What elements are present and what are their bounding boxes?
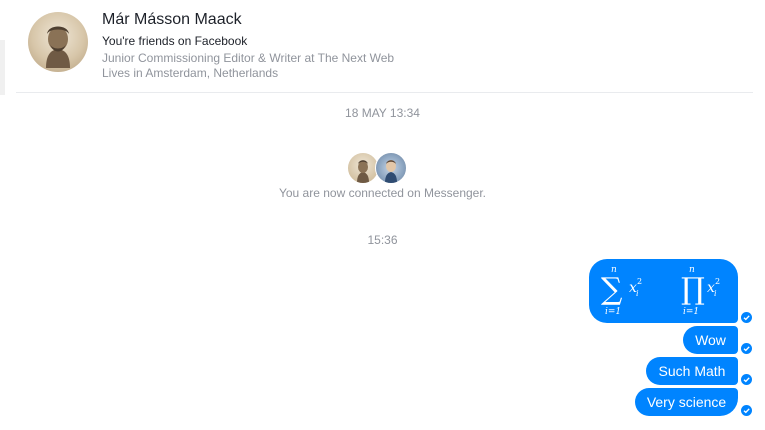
message-bubble[interactable]: Such Math xyxy=(646,357,738,385)
contact-avatar[interactable] xyxy=(28,12,88,72)
user-avatar-small xyxy=(375,152,407,184)
friendship-status: You're friends on Facebook xyxy=(102,34,248,48)
conversation-header: Már Másson Maack You're friends on Faceb… xyxy=(0,0,765,92)
message-bubble[interactable]: Very science xyxy=(635,388,738,416)
connection-notice: You are now connected on Messenger. xyxy=(278,186,487,200)
delivered-check-icon xyxy=(741,405,752,416)
message-bubble-math[interactable]: n ∑ i=1 x 2 i n ∏ i=1 x 2 i xyxy=(589,259,738,323)
contact-location: Lives in Amsterdam, Netherlands xyxy=(102,66,279,80)
timestamp-divider: 15:36 xyxy=(367,233,398,247)
svg-text:∑: ∑ xyxy=(601,272,623,307)
svg-text:2: 2 xyxy=(637,277,642,286)
svg-text:i=1: i=1 xyxy=(683,307,699,317)
svg-text:i: i xyxy=(714,289,717,298)
svg-text:2: 2 xyxy=(715,277,720,286)
header-divider xyxy=(16,92,753,93)
contact-job: Junior Commissioning Editor & Writer at … xyxy=(102,51,395,65)
contact-name[interactable]: Már Másson Maack xyxy=(102,11,242,29)
delivered-check-icon xyxy=(741,343,752,354)
svg-text:∏: ∏ xyxy=(681,272,705,307)
svg-text:i: i xyxy=(636,289,639,298)
message-bubble[interactable]: Wow xyxy=(683,326,738,354)
svg-text:i=1: i=1 xyxy=(605,307,621,317)
delivered-check-icon xyxy=(741,374,752,385)
delivered-check-icon xyxy=(741,312,752,323)
connected-avatars xyxy=(347,152,407,184)
timestamp-divider: 18 MAY 13:34 xyxy=(345,106,420,120)
